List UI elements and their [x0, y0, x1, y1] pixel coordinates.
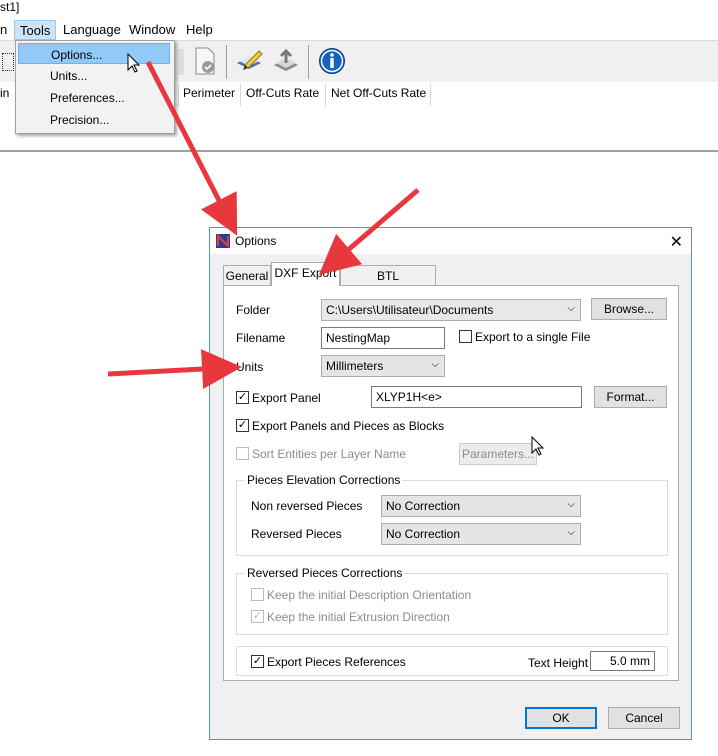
reversed-group-title: Reversed Pieces Corrections [245, 566, 405, 580]
document-check-icon[interactable] [193, 47, 217, 75]
close-icon[interactable]: ✕ [670, 232, 683, 252]
parameters-button[interactable]: Parameters... [459, 443, 537, 465]
column-separator[interactable] [430, 84, 431, 106]
dialog-titlebar[interactable]: Options ✕ [210, 228, 691, 254]
tab-btl-import-export[interactable]: BTL Import/Export [340, 265, 436, 297]
tab-general[interactable]: General [223, 265, 271, 285]
text-height-input[interactable]: 5.0 mm [590, 651, 655, 671]
sort-entities-label: Sort Entities per Layer Name [252, 447, 407, 461]
export-references-group: ✓ Export Pieces References Text Height 5… [236, 646, 668, 676]
column-header-perimeter[interactable]: Perimeter [183, 86, 235, 100]
sort-entities-checkbox[interactable] [236, 447, 249, 460]
keep-extrusion-checkbox[interactable]: ✓ [251, 610, 264, 623]
info-icon[interactable] [318, 47, 346, 75]
export-panel-input[interactable]: XLYP1H<e> [371, 386, 582, 408]
filename-label: Filename [236, 331, 286, 345]
tools-dropdown-menu: Options... Units... Preferences... Preci… [15, 40, 175, 134]
text-height-label: Text Height [528, 656, 589, 670]
non-reversed-combo[interactable]: No Correction ⌵ [381, 495, 581, 517]
chevron-down-icon: ⌵ [567, 527, 575, 538]
units-combo[interactable]: Millimeters ⌵ [321, 355, 445, 377]
menu-item-precision[interactable]: Precision... [18, 109, 170, 130]
column-header-net-offcuts-rate[interactable]: Net Off-Cuts Rate [331, 86, 426, 100]
column-separator[interactable] [325, 84, 326, 106]
mouse-cursor-icon [127, 53, 141, 73]
edit-document-icon[interactable] [235, 47, 263, 75]
export-panel-checkbox[interactable]: ✓ [236, 391, 249, 404]
menu-item-window[interactable]: Window [129, 22, 175, 37]
annotation-arrow-to-units [107, 349, 242, 390]
menu-item-preferences[interactable]: Preferences... [18, 87, 170, 108]
keep-extrusion-label: Keep the initial Extrusion Direction [267, 610, 450, 624]
window-title-fragment: st1] [0, 0, 20, 14]
reversed-corrections-group: Reversed Pieces Corrections Keep the ini… [236, 566, 668, 635]
menu-item-help[interactable]: Help [186, 22, 213, 37]
menu-item-tools[interactable]: Tools [20, 23, 50, 38]
browse-button[interactable]: Browse... [591, 298, 667, 320]
folder-combo[interactable]: C:\Users\Utilisateur\Documents ⌵ [321, 299, 581, 321]
column-header[interactable]: in [0, 86, 9, 100]
export-single-file-label[interactable]: Export to a single File [475, 330, 590, 344]
dxf-export-panel: Folder C:\Users\Utilisateur\Documents ⌵ … [223, 285, 679, 681]
grid-divider [0, 150, 718, 152]
column-header-offcuts-rate[interactable]: Off-Cuts Rate [246, 86, 319, 100]
chevron-down-icon: ⌵ [567, 499, 575, 510]
menu-item-language[interactable]: Language [63, 22, 121, 37]
dialog-title: Options [235, 234, 277, 248]
reversed-combo[interactable]: No Correction ⌵ [381, 523, 581, 545]
chevron-down-icon: ⌵ [567, 303, 575, 314]
format-button[interactable]: Format... [594, 386, 667, 408]
non-reversed-label: Non reversed Pieces [251, 499, 363, 513]
export-references-label[interactable]: Export Pieces References [267, 655, 406, 669]
column-separator[interactable] [178, 84, 179, 106]
chevron-down-icon: ⌵ [431, 359, 439, 370]
menu-item-units[interactable]: Units... [18, 65, 170, 86]
reversed-label: Reversed Pieces [251, 527, 342, 541]
menu-item-tools-highlight[interactable]: Tools [14, 20, 56, 40]
toolbar-separator [308, 45, 309, 79]
ok-button[interactable]: OK [525, 707, 597, 729]
elevation-corrections-group: Pieces Elevation Corrections Non reverse… [236, 473, 668, 556]
options-dialog: Options ✕ General DXF Export BTL Import/… [209, 227, 692, 740]
export-arrow-icon[interactable] [272, 47, 300, 75]
partial-tool-icon[interactable] [178, 49, 184, 75]
folder-label: Folder [236, 303, 271, 317]
cancel-button[interactable]: Cancel [608, 707, 680, 729]
units-label: Units [236, 360, 264, 374]
export-blocks-checkbox[interactable]: ✓ [236, 419, 249, 432]
elevation-group-title: Pieces Elevation Corrections [245, 473, 403, 487]
toolbar-separator [226, 45, 227, 79]
export-panel-label[interactable]: Export Panel [252, 391, 321, 405]
export-references-checkbox[interactable]: ✓ [251, 655, 264, 668]
export-blocks-label[interactable]: Export Panels and Pieces as Blocks [252, 419, 444, 433]
tab-dxf-export[interactable]: DXF Export [271, 262, 340, 286]
mouse-cursor-icon [531, 436, 545, 456]
filename-input[interactable]: NestingMap [321, 327, 445, 349]
keep-description-label: Keep the initial Description Orientation [267, 588, 472, 602]
app-logo-icon [216, 234, 230, 248]
select-icon[interactable] [2, 53, 14, 71]
export-single-file-checkbox[interactable] [459, 330, 472, 343]
menu-item-options[interactable]: Options... [18, 43, 170, 64]
menu-item-partial[interactable]: n [0, 22, 7, 37]
column-separator[interactable] [240, 84, 241, 106]
keep-description-checkbox[interactable] [251, 588, 264, 601]
